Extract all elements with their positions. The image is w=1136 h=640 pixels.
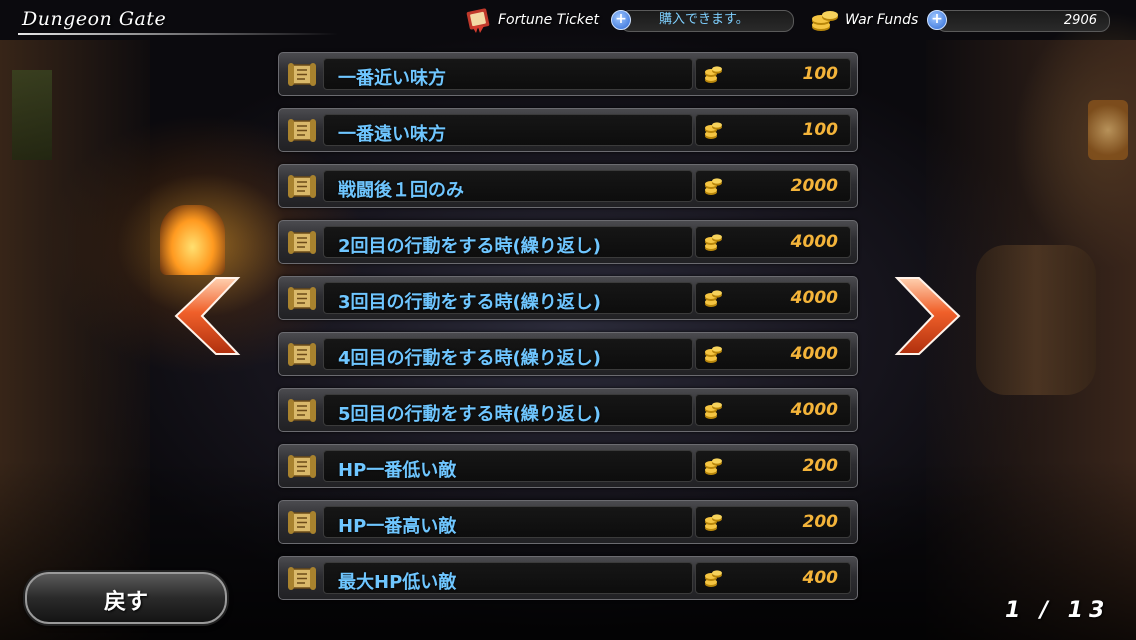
list-item[interactable]: 4回目の行動をする時(繰り返し) 4000: [278, 332, 858, 376]
scroll-icon: [288, 287, 316, 310]
back-button[interactable]: 戻す: [25, 572, 227, 624]
label-box: 一番遠い味方: [323, 114, 693, 146]
price-box: 2000: [695, 170, 851, 202]
coin-stack-icon: [705, 346, 722, 363]
item-price: 100: [802, 120, 839, 140]
scroll-icon: [288, 567, 316, 590]
scroll-icon: [288, 119, 316, 142]
scroll-icon: [288, 63, 316, 86]
list-item[interactable]: 戦闘後１回のみ 2000: [278, 164, 858, 208]
label-box: 4回目の行動をする時(繰り返し): [323, 338, 693, 370]
price-box: 4000: [695, 226, 851, 258]
label-box: 3回目の行動をする時(繰り返し): [323, 282, 693, 314]
page-title: Dungeon Gate: [22, 8, 167, 30]
fortune-ticket-value-bar: 購入できます。: [620, 10, 794, 32]
scroll-icon: [288, 399, 316, 422]
item-price: 200: [802, 512, 839, 532]
item-label: 一番遠い味方: [338, 124, 446, 145]
price-box: 100: [695, 114, 851, 146]
back-button-label: 戻す: [103, 590, 148, 615]
label-box: HP一番高い敵: [323, 506, 693, 538]
title-underline: [18, 33, 338, 35]
label-box: 一番近い味方: [323, 58, 693, 90]
coin-stack-icon: [705, 290, 722, 307]
list-item[interactable]: 2回目の行動をする時(繰り返し) 4000: [278, 220, 858, 264]
list-item[interactable]: 一番遠い味方 100: [278, 108, 858, 152]
coin-stack-icon: [705, 570, 722, 587]
item-label: HP一番低い敵: [338, 460, 457, 481]
price-box: 200: [695, 506, 851, 538]
fortune-ticket-add-button[interactable]: +: [611, 10, 631, 30]
background-barrel: [976, 245, 1096, 395]
scroll-icon: [288, 175, 316, 198]
page-indicator: 1 / 13: [1005, 598, 1111, 623]
item-price: 4000: [790, 232, 838, 252]
price-box: 200: [695, 450, 851, 482]
item-label: 3回目の行動をする時(繰り返し): [338, 292, 601, 313]
background-fireplace: [160, 205, 225, 275]
item-price: 400: [802, 568, 839, 588]
item-label: 最大HP低い敵: [338, 572, 457, 593]
war-funds-coin-icon: [812, 11, 838, 31]
coin-stack-icon: [705, 402, 722, 419]
header-bar: Dungeon Gate Fortune Ticket 購入できます。 + Wa…: [0, 0, 1136, 40]
scroll-icon: [288, 455, 316, 478]
coin-stack-icon: [705, 178, 722, 195]
background-banner: [12, 70, 52, 160]
coin-stack-icon: [705, 66, 722, 83]
item-price: 4000: [790, 288, 838, 308]
list-item[interactable]: 3回目の行動をする時(繰り返し) 4000: [278, 276, 858, 320]
coin-stack-icon: [705, 234, 722, 251]
price-box: 4000: [695, 338, 851, 370]
item-price: 4000: [790, 344, 838, 364]
list-item[interactable]: 最大HP低い敵 400: [278, 556, 858, 600]
list-item[interactable]: 5回目の行動をする時(繰り返し) 4000: [278, 388, 858, 432]
list-item[interactable]: 一番近い味方 100: [278, 52, 858, 96]
war-funds-label: War Funds: [845, 12, 919, 28]
label-box: 戦闘後１回のみ: [323, 170, 693, 202]
scroll-icon: [288, 511, 316, 534]
price-box: 4000: [695, 394, 851, 426]
war-funds-value: 2906: [1063, 13, 1097, 28]
war-funds-add-button[interactable]: +: [927, 10, 947, 30]
item-label: 一番近い味方: [338, 68, 446, 89]
previous-page-arrow-icon[interactable]: [172, 276, 242, 356]
background-left-wall: [0, 40, 150, 640]
item-label: 2回目の行動をする時(繰り返し): [338, 236, 601, 257]
item-price: 100: [802, 64, 839, 84]
scroll-icon: [288, 231, 316, 254]
next-page-arrow-icon[interactable]: [893, 276, 963, 356]
label-box: 最大HP低い敵: [323, 562, 693, 594]
item-price: 2000: [790, 176, 838, 196]
fortune-ticket-value: 購入できます。: [659, 12, 749, 27]
price-box: 100: [695, 58, 851, 90]
item-label: 5回目の行動をする時(繰り返し): [338, 404, 601, 425]
price-box: 400: [695, 562, 851, 594]
label-box: HP一番低い敵: [323, 450, 693, 482]
item-price: 4000: [790, 400, 838, 420]
war-funds-value-bar: 2906: [936, 10, 1110, 32]
scroll-icon: [288, 343, 316, 366]
item-label: 戦闘後１回のみ: [338, 180, 464, 201]
ticket-icon: [466, 8, 490, 33]
coin-stack-icon: [705, 458, 722, 475]
list-item[interactable]: HP一番低い敵 200: [278, 444, 858, 488]
background-lamp: [1088, 100, 1128, 160]
label-box: 2回目の行動をする時(繰り返し): [323, 226, 693, 258]
coin-stack-icon: [705, 122, 722, 139]
item-price: 200: [802, 456, 839, 476]
item-label: HP一番高い敵: [338, 516, 457, 537]
item-label: 4回目の行動をする時(繰り返し): [338, 348, 601, 369]
price-box: 4000: [695, 282, 851, 314]
list-item[interactable]: HP一番高い敵 200: [278, 500, 858, 544]
coin-stack-icon: [705, 514, 722, 531]
label-box: 5回目の行動をする時(繰り返し): [323, 394, 693, 426]
fortune-ticket-label: Fortune Ticket: [498, 12, 600, 28]
